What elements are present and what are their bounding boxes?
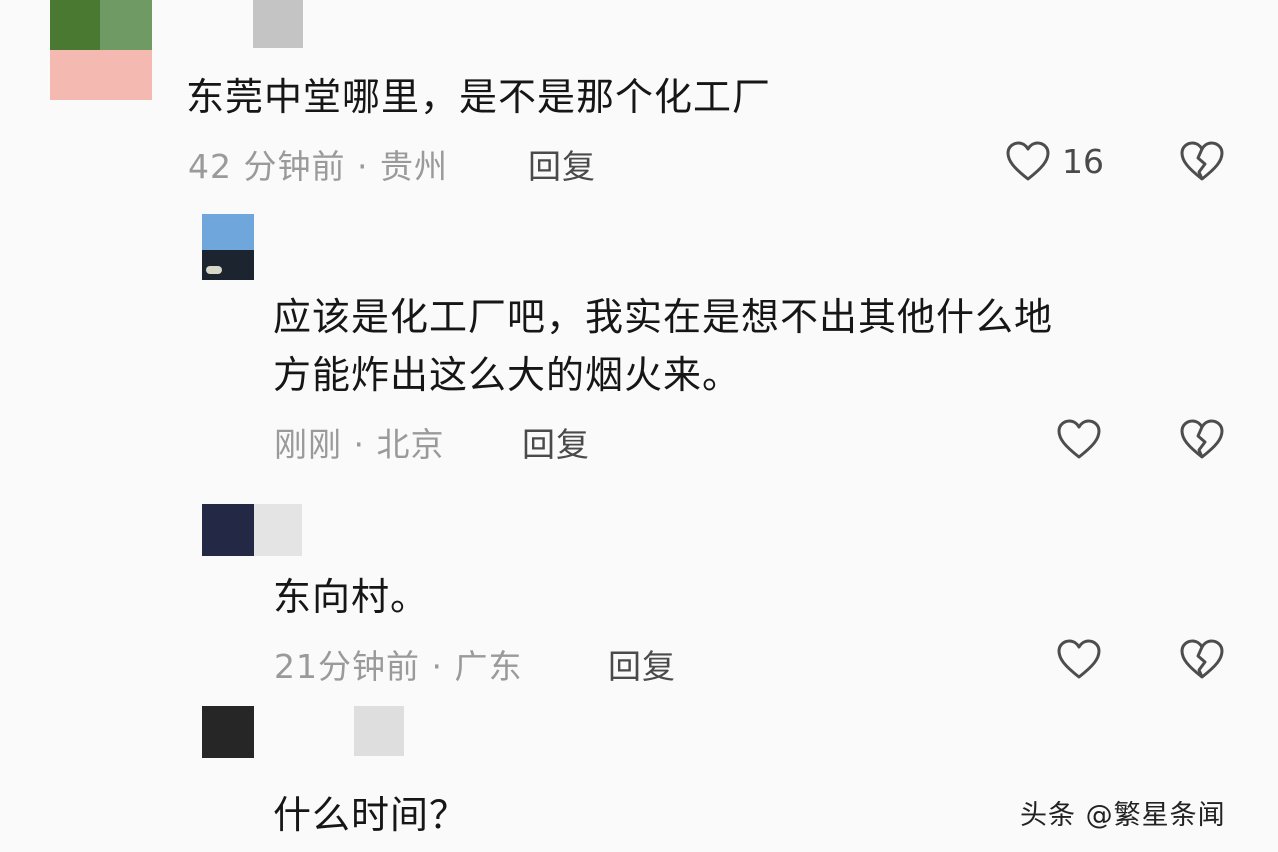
comment-time: 21分钟前	[274, 647, 420, 686]
comment-time: 42 分钟前	[188, 147, 346, 186]
comment-location: 贵州	[379, 147, 448, 186]
username-badge	[354, 706, 404, 756]
comment-meta: 刚刚 · 北京	[274, 418, 445, 466]
comment-text-line: 方能炸出这么大的烟火来。	[273, 353, 742, 397]
comment-text: 应该是化工厂吧，我实在是想不出其他什么地 方能炸出这么大的烟火来。	[273, 288, 1053, 404]
reply-button[interactable]: 回复	[608, 640, 676, 688]
comment-text-line: 应该是化工厂吧，我实在是想不出其他什么地	[273, 295, 1054, 339]
heart-outline-icon[interactable]	[1004, 138, 1052, 186]
comment-text: 东莞中堂哪里，是不是那个化工厂	[186, 75, 772, 119]
reply-button[interactable]: 回复	[528, 140, 596, 188]
username-badge	[253, 0, 303, 48]
comment-time: 刚刚	[274, 425, 342, 464]
username-badge	[254, 504, 302, 556]
meta-separator: ·	[353, 425, 365, 464]
avatar[interactable]	[202, 214, 254, 280]
comment-meta: 42 分钟前 · 贵州	[188, 140, 448, 188]
avatar[interactable]	[202, 504, 254, 556]
watermark-handle: @繁星条闻	[1085, 800, 1226, 831]
meta-separator: ·	[431, 647, 443, 686]
avatar[interactable]	[202, 706, 254, 758]
broken-heart-icon[interactable]	[1178, 138, 1226, 186]
broken-heart-icon[interactable]	[1178, 636, 1226, 684]
comment-location: 北京	[376, 425, 445, 464]
heart-outline-icon[interactable]	[1055, 416, 1103, 464]
broken-heart-icon[interactable]	[1178, 416, 1226, 464]
comment-text: 什么时间？	[273, 793, 469, 837]
watermark: 头条 @繁星条闻	[1020, 793, 1226, 832]
like-count: 16	[1062, 142, 1104, 181]
avatar[interactable]	[50, 0, 152, 100]
comment-text: 东向村。	[273, 575, 430, 619]
comment-meta: 21分钟前 · 广东	[274, 640, 523, 688]
reply-button[interactable]: 回复	[522, 418, 590, 466]
watermark-prefix: 头条	[1020, 800, 1076, 831]
heart-outline-icon[interactable]	[1055, 636, 1103, 684]
meta-separator: ·	[356, 147, 369, 186]
comment-location: 广东	[454, 647, 523, 686]
